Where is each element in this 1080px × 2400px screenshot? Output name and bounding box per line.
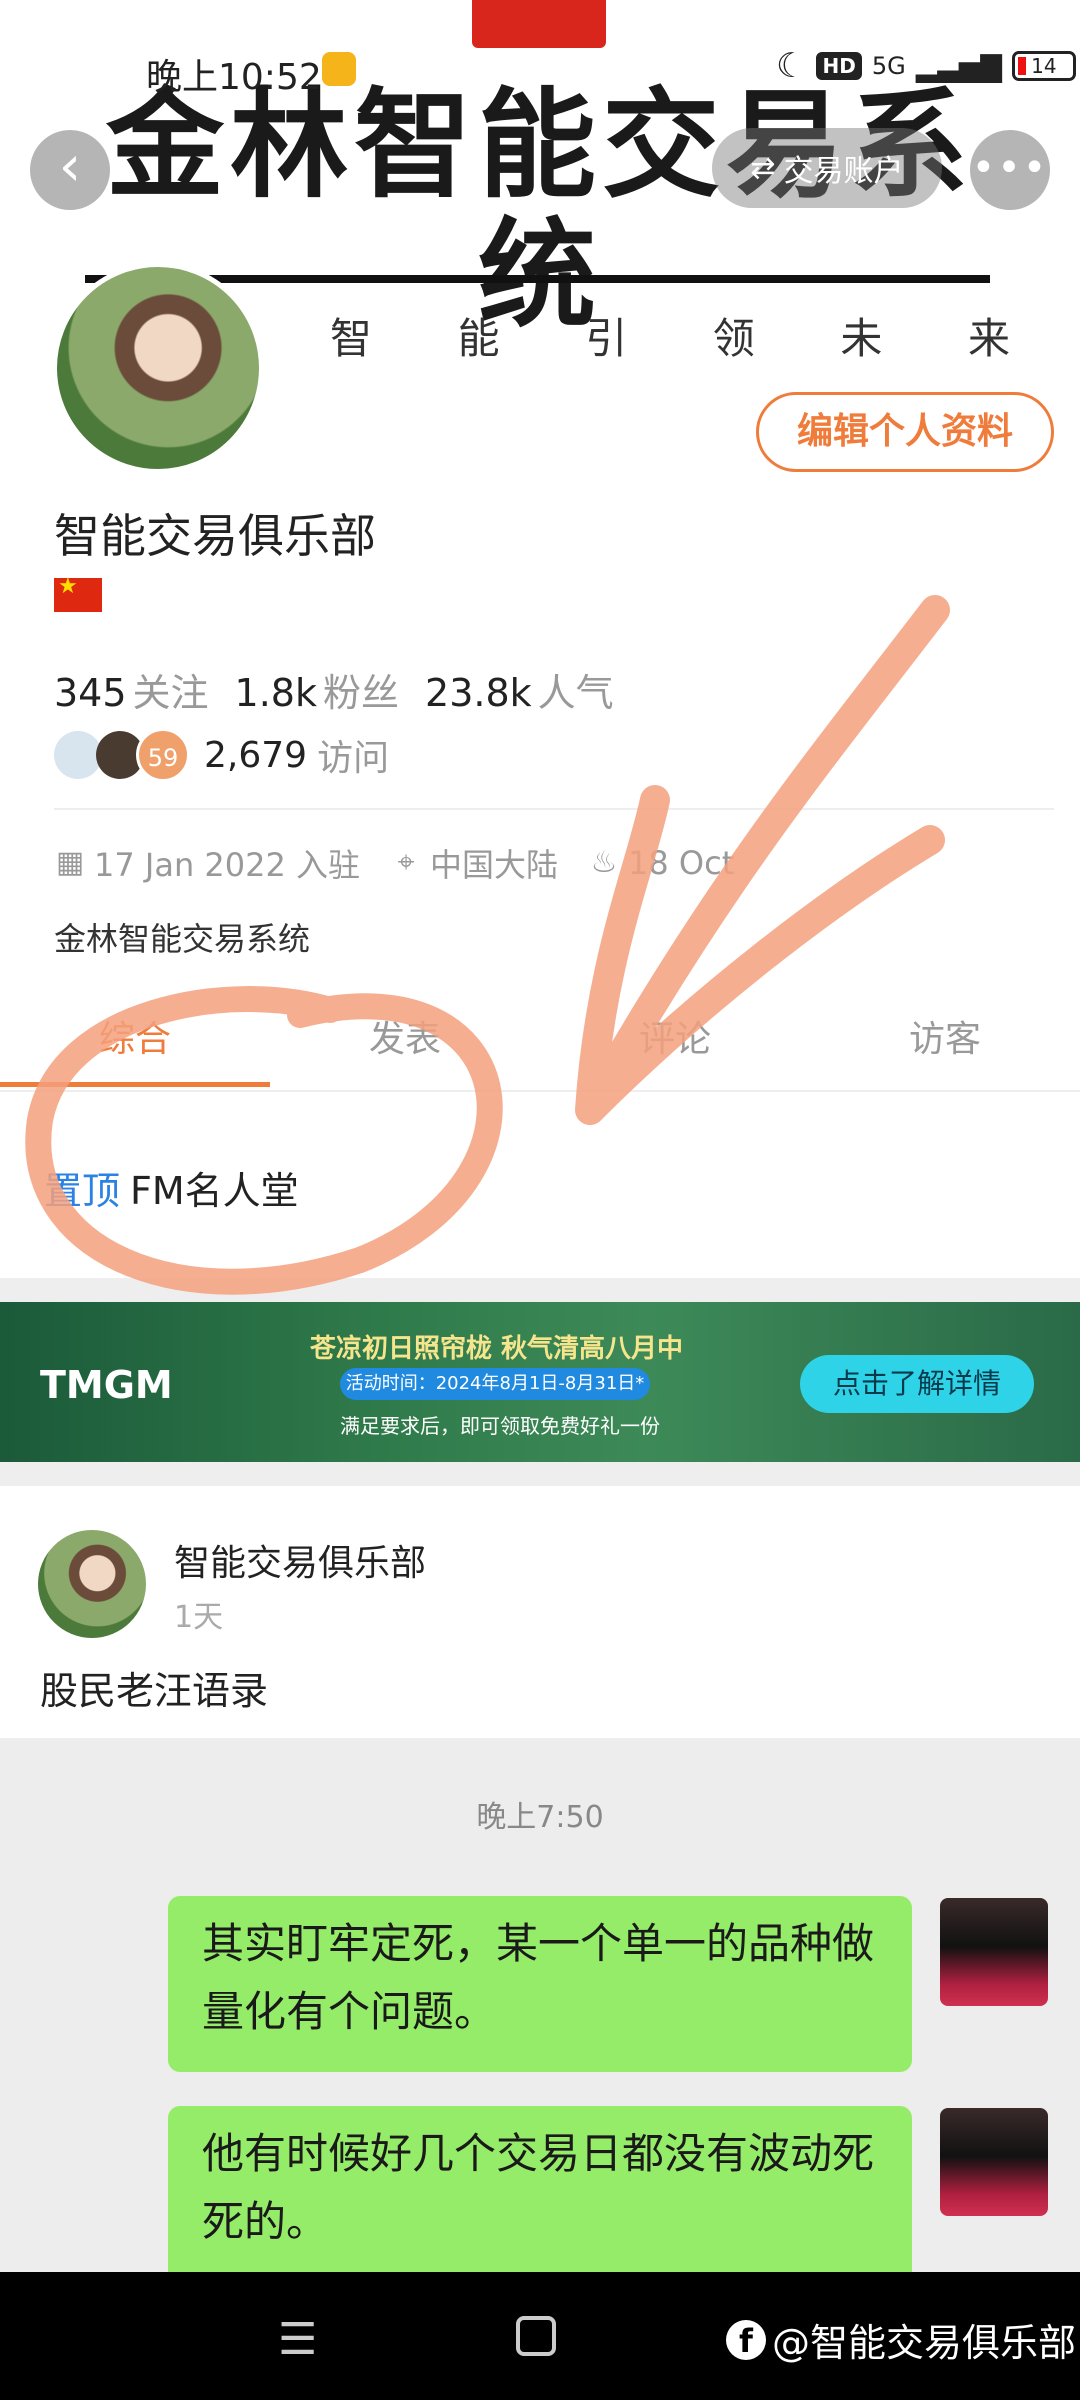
slogan-char: 智	[330, 314, 373, 363]
profile-bio: 金林智能交易系统	[54, 920, 311, 958]
pinned-item[interactable]: 置顶 FM名人堂	[44, 1160, 299, 1215]
notification-icon	[322, 52, 356, 86]
slogan-char: 来	[967, 314, 1010, 363]
cake-icon: ♨	[590, 845, 618, 880]
profile-name: 智能交易俱乐部	[54, 509, 376, 563]
slogan-char: 未	[840, 314, 883, 363]
fans-label: 粉丝	[323, 671, 400, 715]
network-label: 5G	[871, 52, 906, 80]
visits-label: 访问	[317, 738, 390, 779]
ad-brand-text: TMGM	[40, 1363, 173, 1407]
facebook-icon: f	[726, 2319, 766, 2360]
banner-slogan: 智 能 引 领 未 来	[330, 305, 1010, 366]
following-label: 关注	[132, 671, 209, 715]
visits-count: 2,679	[204, 734, 308, 776]
moon-icon: ☾	[776, 46, 807, 86]
joined-item: ▦ 17 Jan 2022 入驻	[54, 840, 360, 886]
popularity-label: 人气	[537, 671, 614, 715]
watermark-text: @智能交易俱乐部	[772, 2321, 1077, 2365]
swap-icon: ⇄	[750, 150, 776, 186]
back-button[interactable]: ‹	[30, 130, 110, 210]
popularity-count: 23.8k	[425, 671, 532, 715]
divider	[54, 808, 1054, 810]
slogan-char: 能	[457, 314, 500, 363]
calendar-icon: ▦	[55, 845, 85, 880]
section-separator	[0, 1462, 1080, 1486]
account-label: 交易账户	[783, 154, 904, 189]
post-timestamp: 1天	[174, 1600, 224, 1635]
trading-account-button[interactable]: ⇄ 交易账户	[712, 128, 942, 208]
status-indicators: ☾ HD 5G ▂▃▅▇ 14	[776, 46, 1076, 86]
more-dots-icon: •••	[971, 145, 1049, 191]
chat-timestamp: 晚上7:50	[476, 1800, 604, 1835]
post-text[interactable]: 股民老汪语录	[40, 1660, 268, 1715]
visitor-avatar	[54, 731, 102, 779]
home-icon[interactable]	[516, 2316, 556, 2356]
chat-bubble: 其实盯牢定死，某一个单一的品种做量化有个问题。	[168, 1896, 912, 2072]
fans-stat[interactable]: 1.8k 粉丝	[235, 662, 399, 717]
watermark: f @智能交易俱乐部	[726, 2312, 1076, 2367]
location-pin-icon: ⌖	[397, 845, 415, 880]
chevron-left-icon: ‹	[58, 134, 82, 199]
more-button[interactable]: •••	[970, 130, 1050, 210]
banner-red-tab	[472, 0, 606, 48]
tab-overview[interactable]: 综合	[0, 1010, 270, 1070]
chat-avatar	[940, 2108, 1048, 2216]
post-author-avatar[interactable]	[38, 1530, 146, 1638]
birthday-item: ♨ 18 Oct	[588, 844, 735, 882]
pinned-tag: 置顶	[44, 1169, 121, 1213]
china-flag-icon	[54, 574, 102, 612]
profile-meta: ▦ 17 Jan 2022 入驻 ⌖ 中国大陆 ♨ 18 Oct	[54, 840, 734, 886]
hd-icon: HD	[816, 52, 862, 80]
pinned-title: FM名人堂	[130, 1169, 299, 1213]
ad-brand-logo: TMGM	[40, 1320, 173, 1450]
location-item: ⌖ 中国大陆	[390, 840, 558, 886]
status-time: 晚上10:52	[146, 57, 322, 98]
profile-tabs: 综合 发表 评论 访客	[0, 1010, 1080, 1070]
chat-avatar	[940, 1898, 1048, 2006]
ad-subtext: 满足要求后，即可领取免费好礼一份	[340, 1414, 660, 1438]
active-tab-indicator	[0, 1082, 270, 1087]
section-separator	[0, 1278, 1080, 1302]
menu-icon[interactable]: ☰	[278, 2314, 317, 2365]
post-author-name[interactable]: 智能交易俱乐部	[174, 1534, 426, 1586]
edit-profile-button[interactable]: 编辑个人资料	[756, 392, 1054, 472]
signal-icon: ▂▃▅▇	[915, 49, 1002, 83]
tab-visitors[interactable]: 访客	[810, 1010, 1080, 1070]
location-text: 中国大陆	[430, 846, 559, 884]
fans-count: 1.8k	[234, 671, 317, 715]
battery-icon: 14	[1011, 51, 1076, 81]
ad-cta-button[interactable]: 点击了解详情	[800, 1355, 1034, 1413]
following-count: 345	[54, 671, 127, 715]
ad-date: 活动时间：2024年8月1日-8月31日*	[340, 1368, 650, 1400]
slogan-char: 引	[585, 314, 628, 363]
joined-date: 17 Jan 2022 入驻	[94, 846, 361, 884]
tab-posts[interactable]: 发表	[270, 1010, 540, 1070]
popularity-stat: 23.8k 人气	[425, 662, 614, 717]
visitors-row[interactable]: 59 2,679 访问	[54, 728, 389, 782]
visitor-count-badge: 59	[136, 728, 190, 782]
profile-avatar[interactable]	[52, 262, 264, 474]
chat-bubble: 他有时候好几个交易日都没有波动死死的。	[168, 2106, 912, 2282]
birthday-text: 18 Oct	[628, 844, 735, 882]
tab-comments[interactable]: 评论	[540, 1010, 810, 1070]
divider	[0, 1090, 1080, 1092]
slogan-char: 领	[712, 314, 755, 363]
following-stat[interactable]: 345 关注	[54, 662, 209, 717]
profile-stats: 345 关注 1.8k 粉丝 23.8k 人气	[54, 662, 614, 717]
ad-headline: 苍凉初日照帘栊 秋气清高八月中	[310, 1334, 684, 1364]
